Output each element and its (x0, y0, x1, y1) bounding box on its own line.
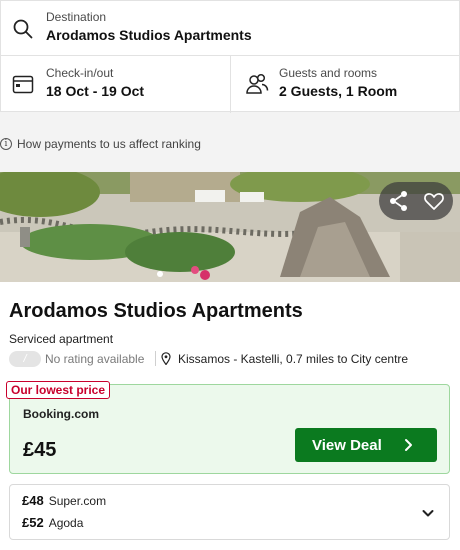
deal-provider: Booking.com (23, 407, 100, 421)
info-icon: i (0, 138, 12, 150)
guests-icon (246, 73, 269, 94)
destination-field[interactable]: Destination Arodamos Studios Apartments (1, 1, 460, 56)
ranking-note-text: How payments to us affect ranking (17, 137, 201, 151)
view-deal-button[interactable]: View Deal (295, 428, 437, 462)
offer-row: £52 Agoda (22, 515, 83, 533)
dates-field[interactable]: Check-in/out 18 Oct - 19 Oct (1, 56, 231, 113)
share-icon[interactable] (387, 189, 411, 213)
rating-text: No rating available (45, 352, 145, 366)
guests-label: Guests and rooms (279, 66, 378, 80)
search-summary: Destination Arodamos Studios Apartments … (0, 0, 460, 113)
lowest-price-badge: Our lowest price (6, 381, 111, 399)
guests-field[interactable]: Guests and rooms 2 Guests, 1 Room (231, 56, 460, 113)
hotel-photo[interactable] (0, 172, 460, 282)
offer-price: £48 (22, 493, 44, 508)
offer-price: £52 (22, 515, 44, 530)
view-deal-label: View Deal (312, 437, 382, 454)
rating-badge: / (9, 351, 41, 367)
destination-label: Destination (46, 10, 107, 24)
offer-row: £48 Super.com (22, 493, 106, 511)
dates-value: 18 Oct - 19 Oct (46, 83, 145, 99)
offer-site: Agoda (48, 516, 84, 530)
hotel-location[interactable]: Kissamos - Kastelli, 0.7 miles to City c… (178, 352, 408, 366)
dates-label: Check-in/out (46, 66, 114, 80)
photo-actions (379, 182, 453, 220)
heart-icon[interactable] (422, 189, 446, 213)
offer-site: Super.com (48, 494, 107, 508)
chevron-down-icon[interactable] (420, 505, 436, 521)
hotel-type: Serviced apartment (9, 332, 114, 346)
search-icon (13, 19, 33, 39)
ranking-info-link[interactable]: i How payments to us affect ranking (0, 135, 201, 153)
hotel-card[interactable]: Arodamos Studios Apartments Serviced apa… (0, 172, 460, 550)
hotel-name[interactable]: Arodamos Studios Apartments (9, 300, 303, 323)
deal-price: £45 (23, 439, 57, 461)
chevron-right-icon (405, 439, 412, 451)
guests-value: 2 Guests, 1 Room (279, 83, 398, 99)
calendar-icon (12, 75, 34, 94)
other-offers-box[interactable]: £48 Super.com £52 Agoda (9, 484, 450, 540)
divider (155, 351, 156, 366)
rating-location-row: / No rating available Kissamos - Kastell… (9, 350, 449, 368)
destination-value: Arodamos Studios Apartments (46, 27, 252, 43)
map-pin-icon (161, 352, 171, 365)
